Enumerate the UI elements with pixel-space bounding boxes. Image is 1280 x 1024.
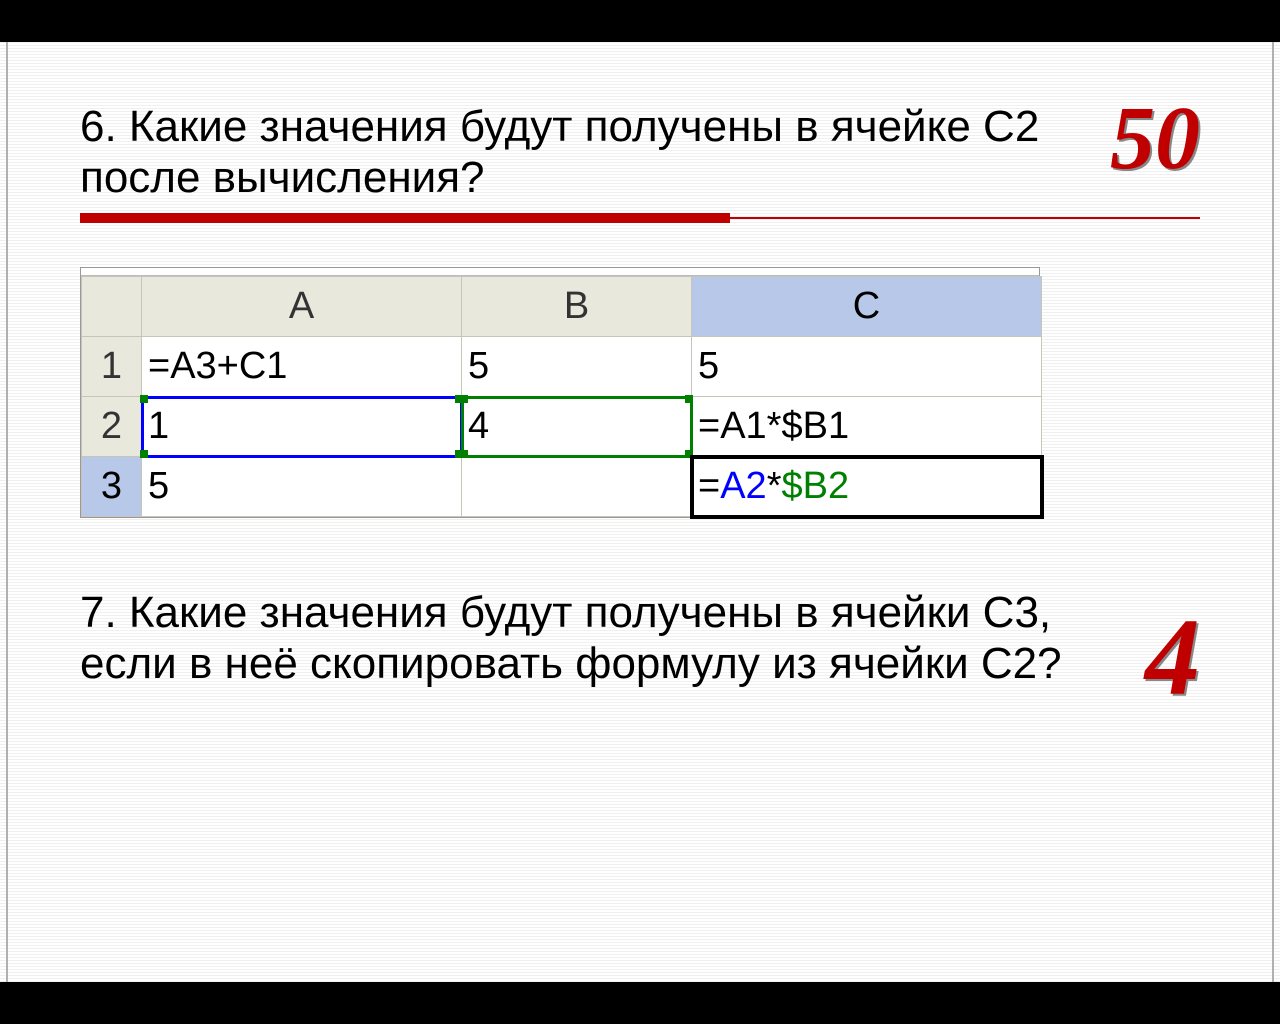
cell-b3[interactable] [462,457,692,517]
col-header-b[interactable]: B [462,277,692,337]
question-7-row: 7. Какие значения будут получены в ячейк… [80,588,1200,707]
rule-divider-1 [80,211,1200,225]
cell-c1[interactable]: 5 [692,337,1042,397]
cell-c2[interactable]: =A1*$B1 [692,397,1042,457]
row-header-2[interactable]: 2 [82,397,142,457]
question-6-text: 6. Какие значения будут получены в ячейк… [80,102,1100,203]
cell-b1[interactable]: 5 [462,337,692,397]
row-header-1[interactable]: 1 [82,337,142,397]
cell-a2[interactable]: 1 [142,397,462,457]
cell-a1[interactable]: =A3+C1 [142,337,462,397]
cell-b2[interactable]: 4 [462,397,692,457]
question-6-row: 6. Какие значения будут получены в ячейк… [80,102,1200,203]
slide: 6. Какие значения будут получены в ячейк… [0,42,1280,982]
row-header-3[interactable]: 3 [82,457,142,517]
cell-c3[interactable]: =A2*$B2 [692,457,1042,517]
question-7-answer: 4 [1145,608,1200,707]
cell-a3[interactable]: 5 [142,457,462,517]
col-header-c[interactable]: C [692,277,1042,337]
spreadsheet: A B C 1 =A3+C1 5 5 2 1 4 [80,267,1040,518]
col-header-a[interactable]: A [142,277,462,337]
corner-cell[interactable] [82,277,142,337]
question-7-text: 7. Какие значения будут получены в ячейк… [80,588,1135,689]
question-6-answer: 50 [1110,98,1200,179]
